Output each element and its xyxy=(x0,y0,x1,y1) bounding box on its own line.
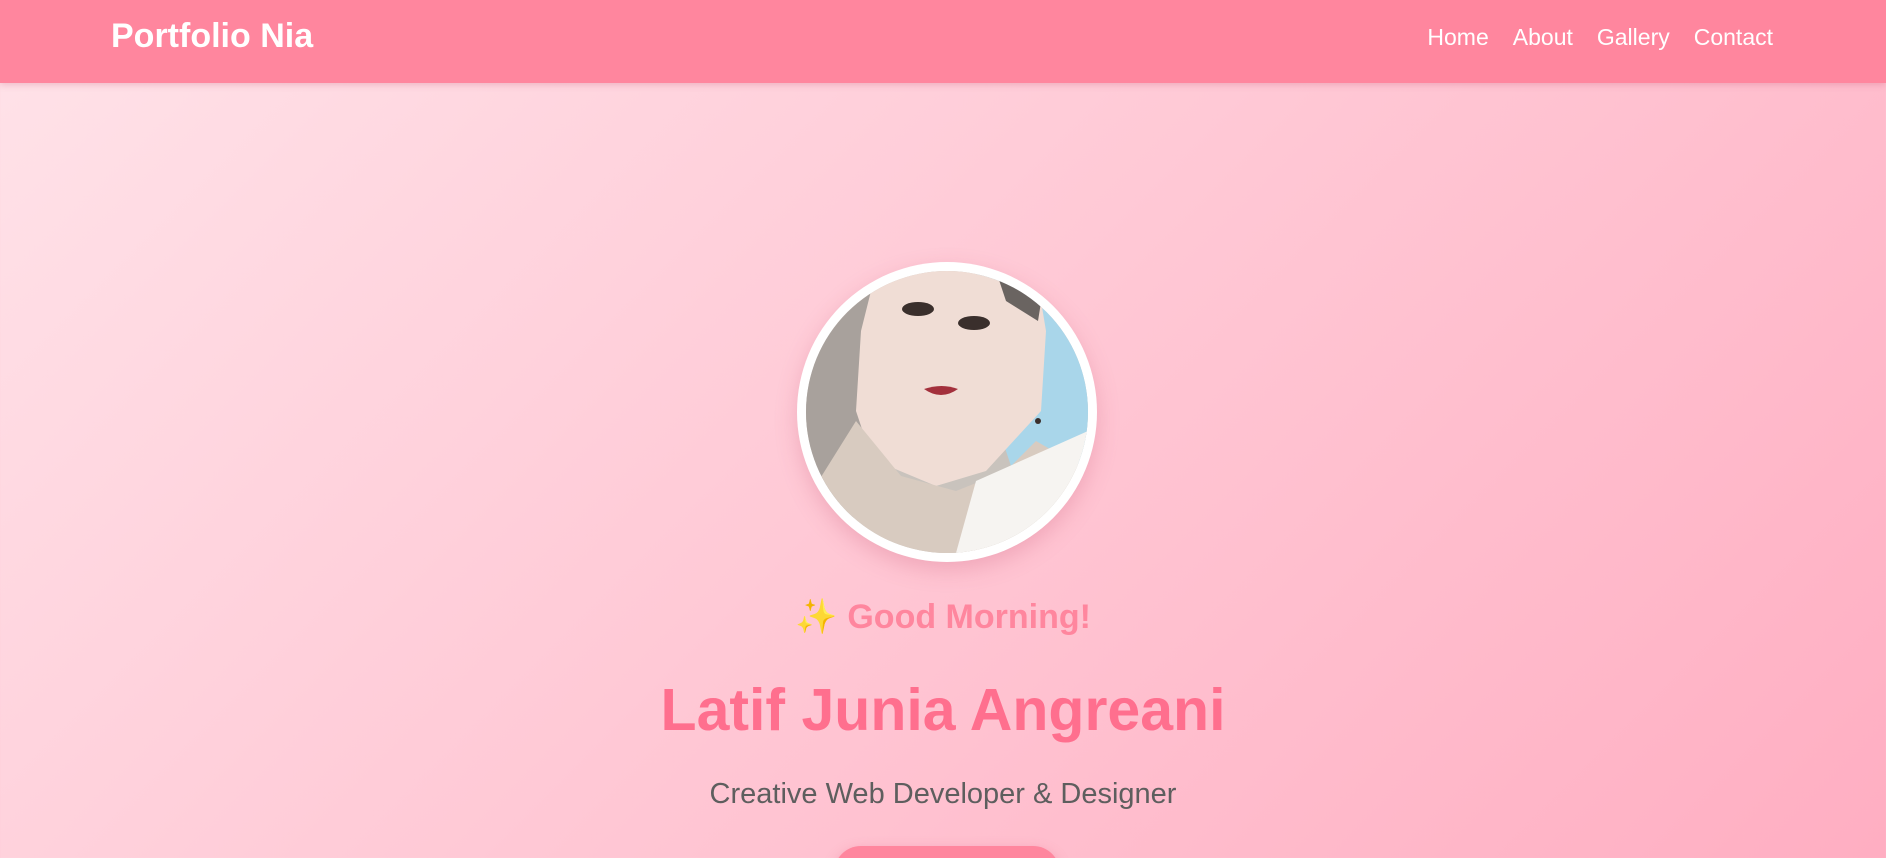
nav-link-gallery[interactable]: Gallery xyxy=(1597,22,1670,52)
top-navbar: Portfolio Nia Home About Gallery Contact xyxy=(0,0,1886,83)
profile-role: Creative Web Developer & Designer xyxy=(709,778,1177,810)
greeting-text: ✨ Good Morning! xyxy=(0,596,1886,638)
nav-links: Home About Gallery Contact xyxy=(1427,22,1773,52)
brand-logo-text[interactable]: Portfolio Nia xyxy=(111,16,313,56)
nav-link-about[interactable]: About xyxy=(1513,22,1573,52)
nav-link-contact[interactable]: Contact xyxy=(1694,22,1773,52)
greeting-label: Good Morning! xyxy=(847,598,1091,636)
profile-name: Latif Junia Angreani xyxy=(660,677,1226,743)
profile-avatar-frame xyxy=(797,262,1097,562)
hero-section: ✨ Good Morning! Latif Junia Angreani Crea… xyxy=(0,83,1886,858)
profile-avatar xyxy=(806,271,1088,553)
call-to-action-button[interactable] xyxy=(834,846,1060,858)
nav-link-home[interactable]: Home xyxy=(1427,22,1488,52)
profile-photo-illustration xyxy=(806,271,1088,553)
sparkles-icon: ✨ xyxy=(795,598,838,636)
